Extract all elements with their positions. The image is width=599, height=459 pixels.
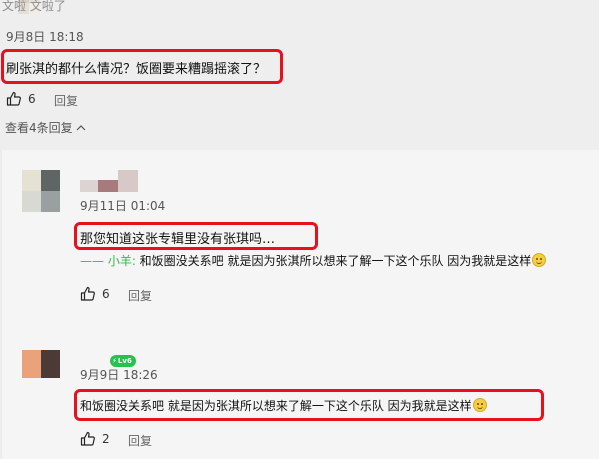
smile-emoji-icon xyxy=(532,253,547,267)
reply-button[interactable]: 回复 xyxy=(128,432,152,449)
like-count: 6 xyxy=(102,287,110,301)
comment-text: 刷张淇的都什么情况？饭圈要来糟蹋摇滚了？ xyxy=(6,62,267,77)
quoted-reply: —— 小羊: 和饭圈没关系吧 就是因为张淇所以想来了解一下这个乐队 因为我就是这… xyxy=(80,252,547,269)
reply-time: 9月9日 18:26 xyxy=(80,368,158,382)
top-comment-area: 文啦 文啦了 9月8日 18:18 刷张淇的都什么情况？饭圈要来糟蹋摇滚了？ 6… xyxy=(0,0,599,150)
smile-emoji-icon xyxy=(472,398,487,412)
view-replies-label: 查看4条回复 xyxy=(5,121,73,135)
comment-time: 9月8日 18:18 xyxy=(6,30,84,44)
username-mosaic xyxy=(80,170,138,192)
reply-text: 那您知道这张专辑里没有张琪吗… xyxy=(80,232,276,247)
like-count: 6 xyxy=(28,92,36,106)
reply-time: 9月11日 01:04 xyxy=(80,199,166,213)
reply-button[interactable]: 回复 xyxy=(128,287,152,304)
like-button[interactable]: 2 xyxy=(80,431,110,447)
thumbs-up-icon xyxy=(80,431,95,446)
like-count: 2 xyxy=(102,432,110,446)
view-replies-link[interactable]: 查看4条回复 xyxy=(5,119,86,136)
reply-text: 和饭圈没关系吧 就是因为张淇所以想来了解一下这个乐队 因为我就是这样 xyxy=(80,397,487,414)
quote-author[interactable]: —— 小羊: xyxy=(80,254,136,268)
chevron-up-icon xyxy=(77,125,86,131)
thumbs-up-icon xyxy=(6,91,21,106)
avatar[interactable] xyxy=(22,350,60,378)
lightning-icon: ⚡ xyxy=(112,357,117,365)
avatar[interactable] xyxy=(22,170,60,212)
clipped-text: 文啦 文啦了 xyxy=(2,0,66,13)
like-button[interactable]: 6 xyxy=(6,91,36,107)
quote-text: 和饭圈没关系吧 就是因为张淇所以想来了解一下这个乐队 因为我就是这样 xyxy=(135,254,532,268)
level-badge: ⚡ Lv6 xyxy=(110,348,136,367)
like-button[interactable]: 6 xyxy=(80,286,110,302)
reply-button[interactable]: 回复 xyxy=(54,92,78,109)
thumbs-up-icon xyxy=(80,286,95,301)
